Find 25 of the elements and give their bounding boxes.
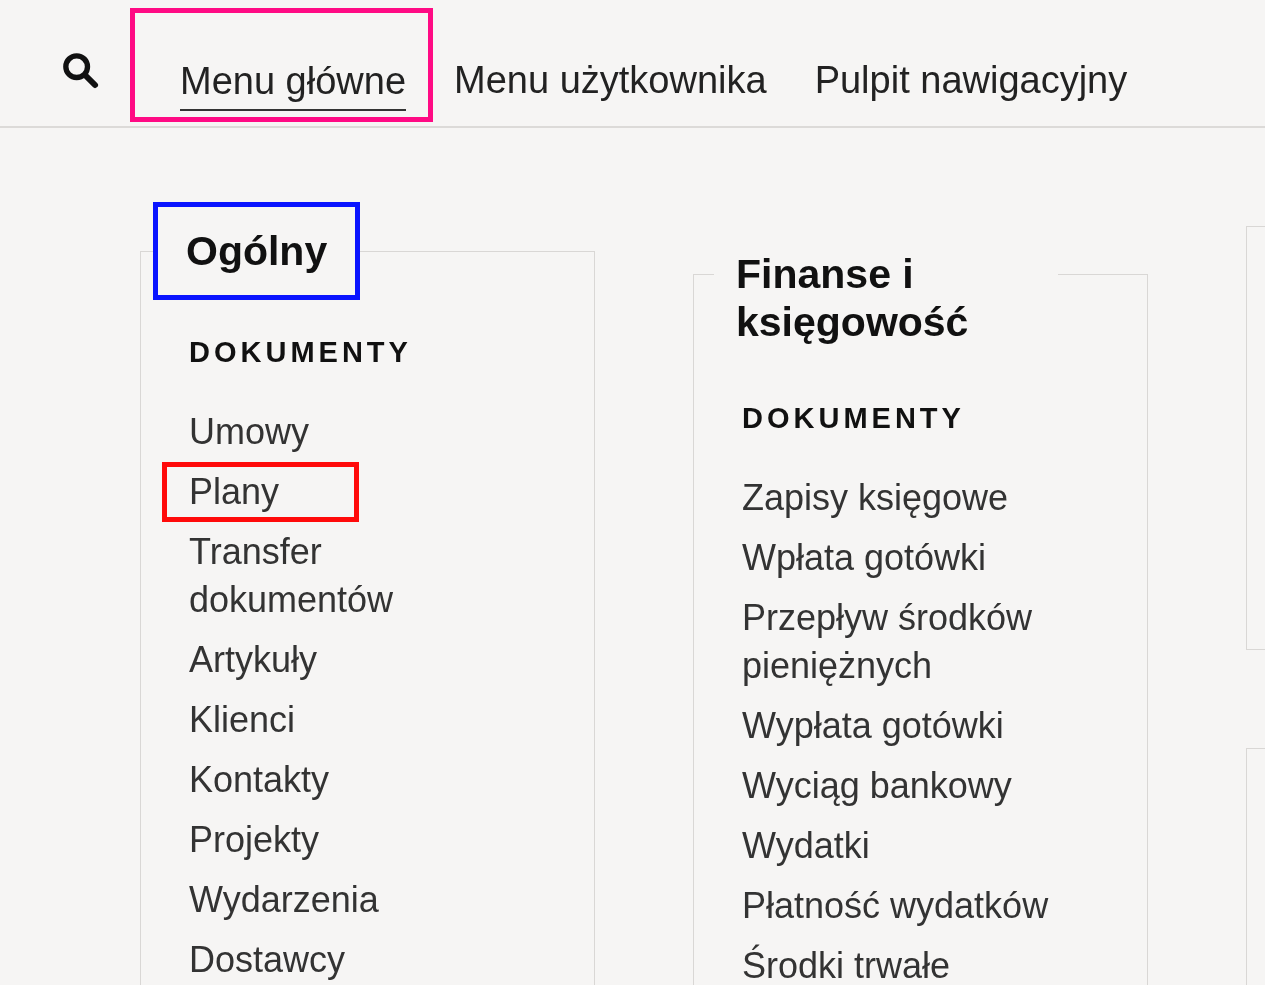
menu-link[interactable]: Projekty	[189, 816, 529, 864]
section-heading: DOKUMENTY	[742, 401, 966, 436]
menu-link[interactable]: Wyciąg bankowy	[742, 762, 1082, 810]
section-heading: DOKUMENTY	[189, 335, 413, 370]
column-title: Finanse i księgowość	[736, 250, 970, 346]
nav-tab[interactable]: Pulpit nawigacyjny	[814, 52, 1128, 110]
nav-tab[interactable]: Menu główne	[180, 53, 407, 111]
menu-link[interactable]: Dostawcy	[189, 936, 529, 984]
menu-link[interactable]: Środki trwałe	[742, 942, 1082, 985]
menu-link[interactable]: Wpłata gotówki	[742, 534, 1082, 582]
menu-link[interactable]: Płatność wydatków	[742, 882, 1082, 930]
menu-link[interactable]: Wydarzenia	[189, 876, 529, 924]
menu-link[interactable]: Zapisy księgowe	[742, 474, 1082, 522]
menu-link[interactable]: Wydatki	[742, 822, 1082, 870]
column-title: Ogólny	[186, 227, 328, 275]
nav-tab[interactable]: Menu użytkownika	[454, 52, 767, 110]
search-icon[interactable]	[60, 50, 100, 90]
menu-link[interactable]: Klienci	[189, 696, 529, 744]
menu-link[interactable]: Transfer dokumentów	[189, 528, 529, 624]
menu-link[interactable]: Przepływ środków pieniężnych	[742, 594, 1082, 690]
menu-link[interactable]: Umowy	[189, 408, 529, 456]
menu-link[interactable]: Artykuły	[189, 636, 529, 684]
menu-link[interactable]: Plany	[189, 468, 354, 516]
menu-link[interactable]: Wypłata gotówki	[742, 702, 1082, 750]
menu-link[interactable]: Kontakty	[189, 756, 529, 804]
